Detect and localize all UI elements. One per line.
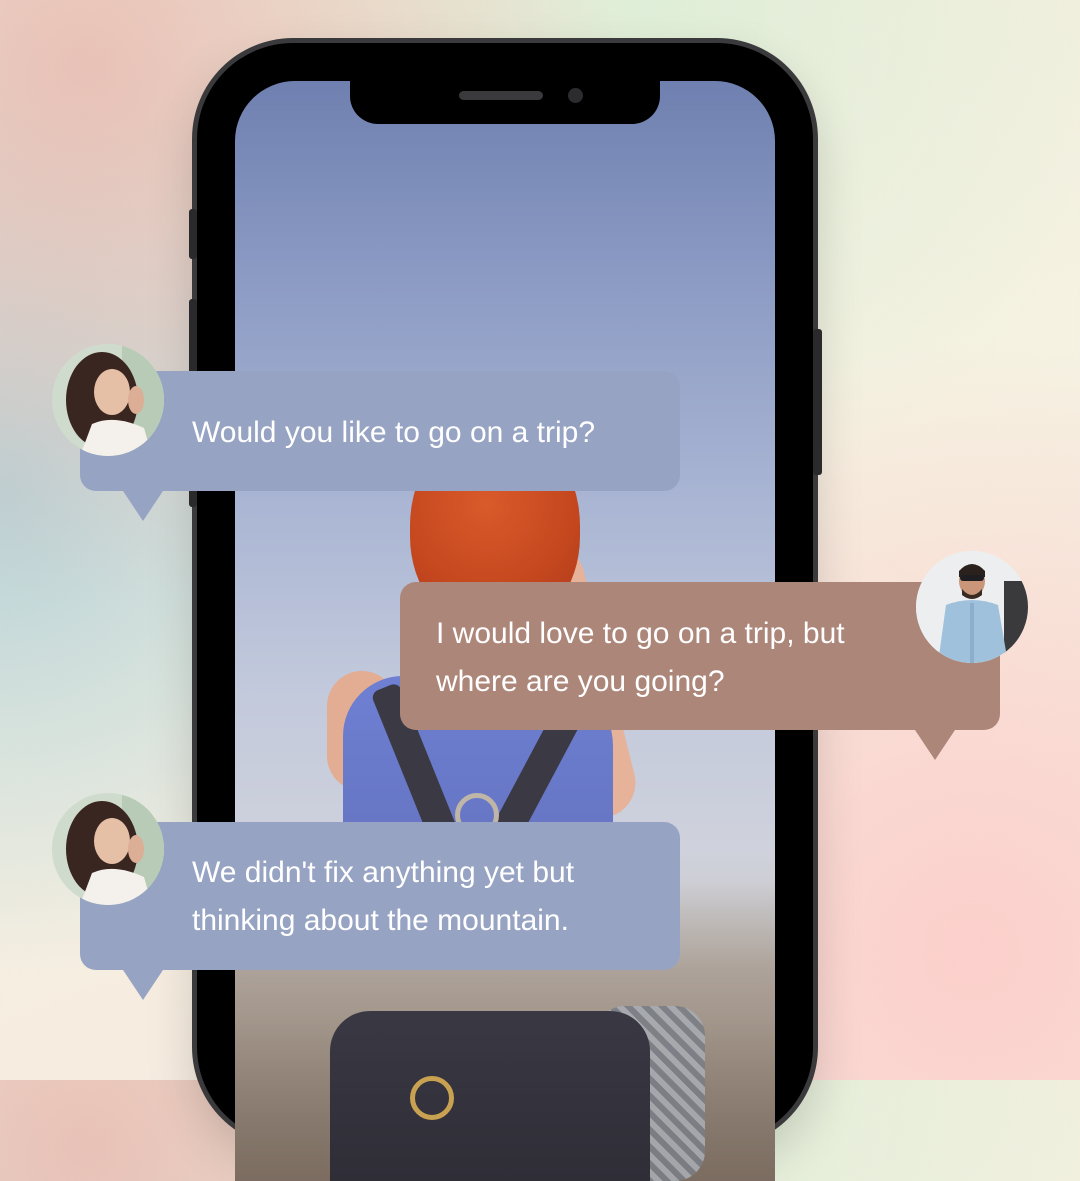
message-text: I would love to go on a trip, but where …	[436, 610, 845, 706]
bubble-tail	[123, 491, 163, 521]
notch	[350, 81, 660, 124]
bubble-tail	[123, 970, 163, 1000]
message-text: We didn't fix anything yet but thinking …	[192, 849, 574, 945]
power-button	[813, 329, 822, 475]
message-line: thinking about the mountain.	[192, 904, 569, 937]
man-avatar	[916, 551, 1028, 663]
speaker-grille	[459, 91, 543, 100]
chat-bubble-incoming: We didn't fix anything yet but thinking …	[80, 822, 680, 1000]
backpack	[330, 1011, 650, 1181]
message-line: We didn't fix anything yet but	[192, 856, 575, 889]
front-camera	[568, 88, 583, 103]
message-line: I would love to go on a trip, but	[436, 617, 845, 650]
message-line: where are you going?	[436, 665, 725, 698]
bubble-tail	[915, 730, 955, 760]
chat-bubble-incoming: Would you like to go on a trip?	[80, 371, 680, 521]
silent-switch	[189, 209, 197, 259]
woman-avatar	[52, 793, 164, 905]
backpack-buckle	[410, 1076, 454, 1120]
message-line: Would you like to go on a trip?	[192, 416, 596, 449]
message-text: Would you like to go on a trip?	[192, 409, 595, 456]
woman-avatar	[52, 344, 164, 456]
chat-bubble-outgoing: I would love to go on a trip, but where …	[400, 582, 1000, 760]
